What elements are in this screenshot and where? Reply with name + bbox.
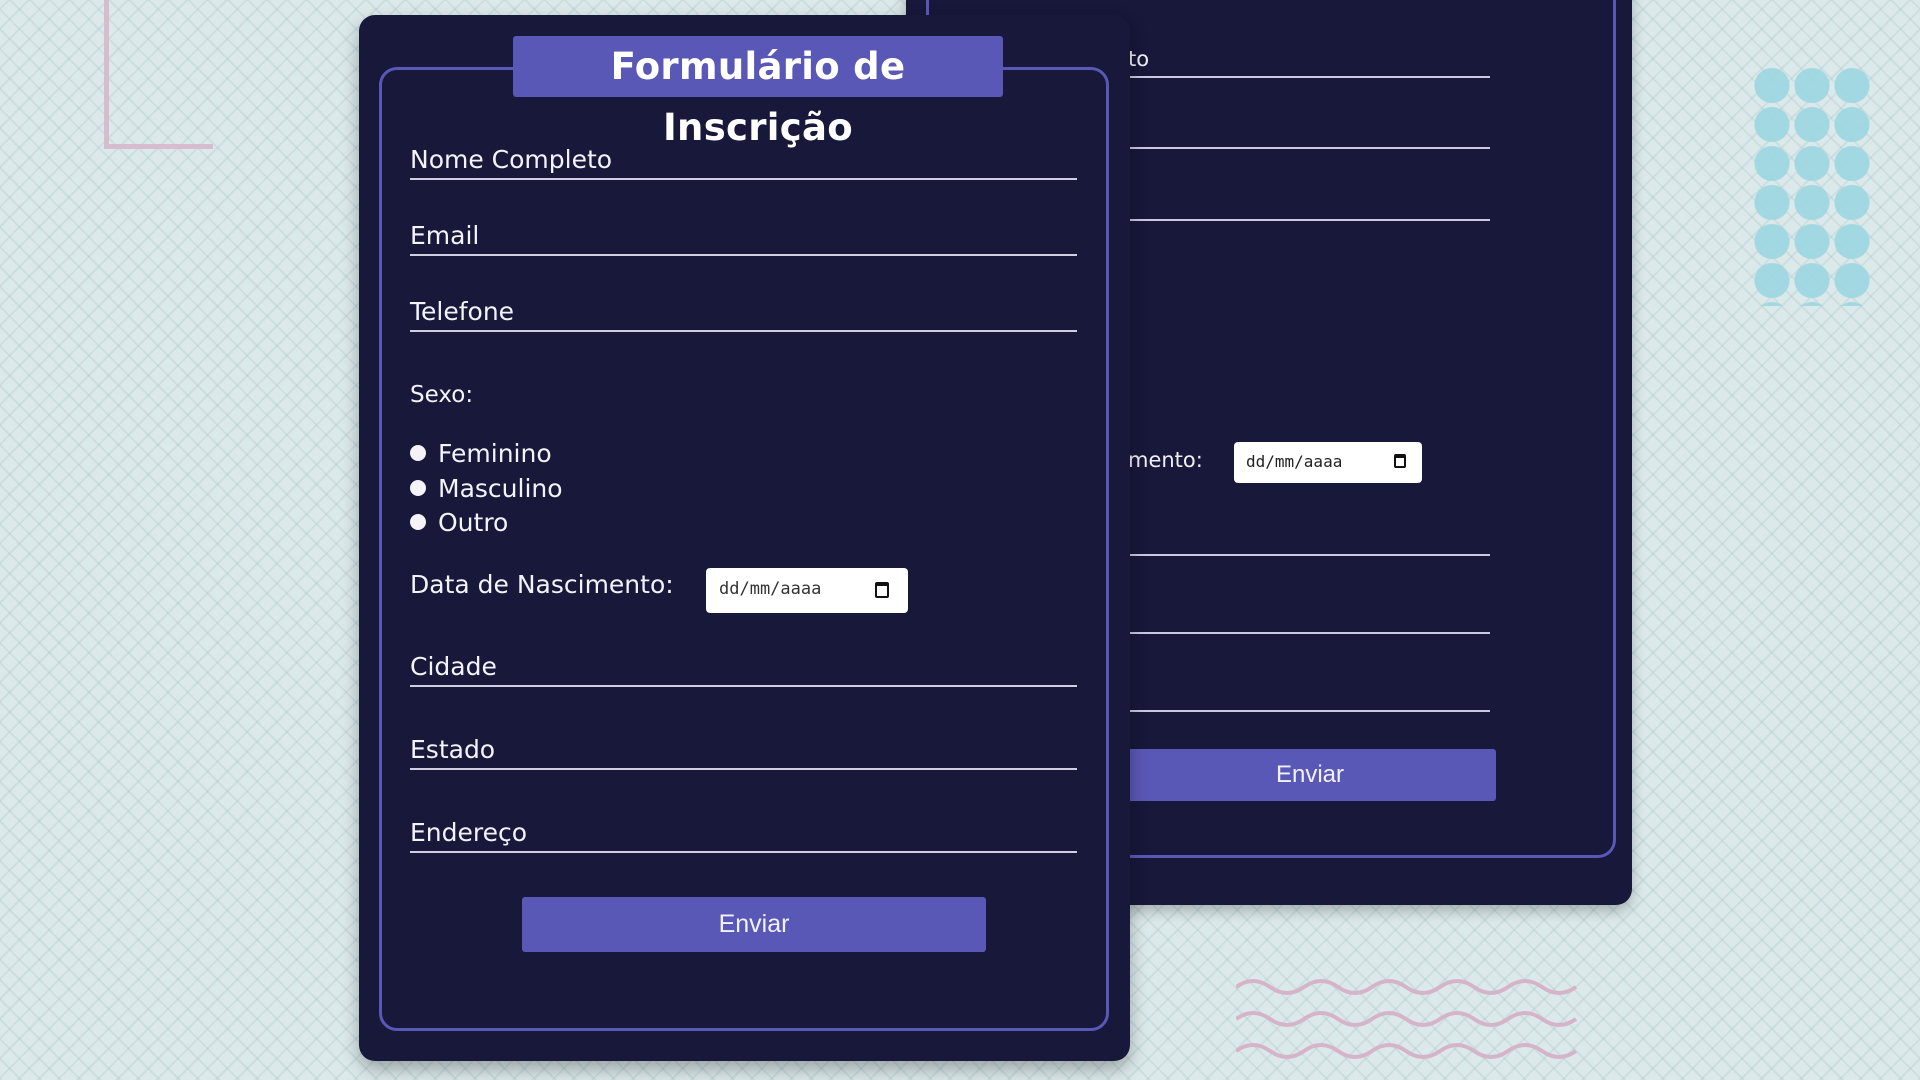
calendar-icon (1394, 454, 1406, 468)
phone-underline (410, 330, 1077, 332)
submit-button[interactable]: Enviar (522, 897, 986, 952)
email-label: Email (410, 221, 480, 250)
address-label: Endereço (410, 818, 528, 847)
background-partial-label: to (1128, 47, 1150, 71)
radio-dot-icon[interactable] (410, 445, 426, 461)
background-submit-button: Enviar (1124, 749, 1496, 801)
background-field-line (1128, 710, 1490, 712)
radio-dot-icon[interactable] (410, 480, 426, 496)
form-frame (379, 67, 1109, 1031)
gender-label: Sexo: (410, 382, 474, 408)
gender-option-label: Outro (438, 507, 509, 537)
radio-dot-icon[interactable] (410, 514, 426, 530)
state-label: Estado (410, 735, 496, 764)
gender-option-label: Masculino (438, 473, 563, 503)
calendar-icon[interactable] (875, 582, 889, 598)
background-field-line (1128, 632, 1490, 634)
birth-date-label: Data de Nascimento: (410, 570, 674, 599)
gender-radio-feminino[interactable]: Feminino (410, 436, 552, 470)
address-field[interactable]: Endereço (410, 818, 1077, 853)
phone-label: Telefone (410, 297, 515, 326)
birth-date-input[interactable]: dd/mm/aaaa (706, 568, 908, 613)
registration-form-card: Formulário de Inscrição Nome Completo Em… (359, 15, 1130, 1061)
background-dob-label: mento: (1128, 448, 1203, 472)
state-field[interactable]: Estado (410, 735, 1077, 770)
full-name-label: Nome Completo (410, 145, 613, 174)
dot-grid-decoration (1752, 66, 1872, 306)
state-underline (410, 768, 1077, 770)
background-field-line (1128, 554, 1490, 556)
full-name-underline (410, 178, 1077, 180)
background-field-line (1128, 219, 1490, 221)
background-field-line (1128, 76, 1490, 78)
full-name-field[interactable]: Nome Completo (410, 145, 1077, 180)
wave-lines-decoration (1236, 979, 1578, 1059)
phone-field[interactable]: Telefone (410, 297, 1077, 332)
city-label: Cidade (410, 652, 497, 681)
email-field[interactable]: Email (410, 221, 1077, 256)
background-date-input: dd/mm/aaaa (1234, 442, 1422, 483)
gender-radio-outro[interactable]: Outro (410, 505, 508, 539)
city-field[interactable]: Cidade (410, 652, 1077, 687)
address-underline (410, 851, 1077, 853)
form-title: Formulário de Inscrição (513, 36, 1003, 149)
birth-date-placeholder: dd/mm/aaaa (719, 579, 822, 599)
background-field-line (1128, 147, 1490, 149)
background-date-placeholder: dd/mm/aaaa (1246, 452, 1343, 471)
corner-bracket-decoration (104, 0, 213, 149)
city-underline (410, 685, 1077, 687)
gender-option-label: Feminino (438, 438, 552, 468)
gender-radio-masculino[interactable]: Masculino (410, 471, 563, 505)
email-underline (410, 254, 1077, 256)
